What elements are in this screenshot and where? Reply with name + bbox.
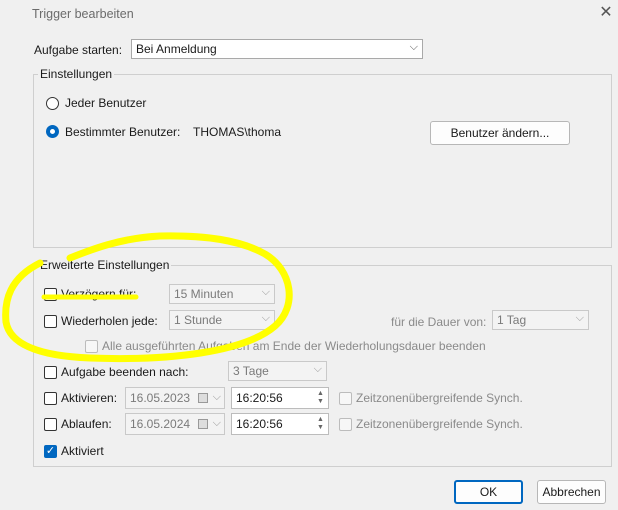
- repeat-label: Wiederholen jede:: [61, 314, 158, 328]
- activate-sync-label: Zeitzonenübergreifende Synch.: [356, 391, 523, 405]
- ok-button[interactable]: OK: [454, 480, 523, 504]
- specific-user-label: Bestimmter Benutzer:: [65, 125, 181, 139]
- expire-date-picker[interactable]: 16.05.2024 ⌵: [125, 413, 225, 435]
- window-title: Trigger bearbeiten: [32, 7, 134, 21]
- specific-user-radio[interactable]: [46, 125, 59, 138]
- stop-after-label: Aufgabe beenden nach:: [61, 365, 189, 379]
- activate-label: Aktivieren:: [61, 391, 118, 405]
- chevron-down-icon: ⌵: [212, 391, 221, 403]
- delay-value: 15 Minuten: [174, 287, 234, 301]
- every-user-radio[interactable]: [46, 97, 59, 110]
- activate-date-value: 16.05.2023: [130, 391, 191, 405]
- activate-time-value: 16:20:56: [236, 391, 283, 405]
- start-task-value: Bei Anmeldung: [136, 42, 217, 56]
- duration-value: 1 Tag: [497, 313, 527, 327]
- spin-arrows-icon[interactable]: ▲ ▼: [315, 416, 326, 432]
- cancel-button[interactable]: Abbrechen: [537, 480, 606, 504]
- stop-after-checkbox[interactable]: [44, 366, 57, 379]
- expire-label: Ablaufen:: [61, 417, 112, 431]
- expire-sync-checkbox[interactable]: [339, 418, 352, 431]
- expire-sync-label: Zeitzonenübergreifende Synch.: [356, 417, 523, 431]
- duration-select[interactable]: 1 Tag ⌵: [492, 310, 589, 330]
- change-user-button[interactable]: Benutzer ändern...: [430, 121, 570, 145]
- chevron-down-icon: ⌵: [261, 312, 270, 324]
- chevron-down-icon: ⌵: [261, 286, 270, 298]
- stop-after-select[interactable]: 3 Tage ⌵: [228, 361, 327, 381]
- expire-checkbox[interactable]: [44, 418, 57, 431]
- stop-all-checkbox[interactable]: [85, 340, 98, 353]
- stop-after-value: 3 Tage: [233, 364, 269, 378]
- enabled-checkbox[interactable]: ✓: [44, 445, 57, 458]
- chevron-down-icon: ⌵: [409, 41, 418, 53]
- duration-label: für die Dauer von:: [391, 315, 487, 329]
- expire-date-value: 16.05.2024: [130, 417, 191, 431]
- enabled-label: Aktiviert: [61, 444, 104, 458]
- chevron-down-icon: ⌵: [313, 363, 322, 375]
- every-user-label: Jeder Benutzer: [65, 96, 147, 110]
- close-icon[interactable]: ✕: [597, 4, 615, 22]
- repeat-select[interactable]: 1 Stunde ⌵: [169, 310, 275, 330]
- expire-time-value: 16:20:56: [236, 417, 283, 431]
- delay-label: Verzögern für:: [61, 287, 137, 301]
- stop-all-label: Alle ausgeführten Aufgaben am Ende der W…: [102, 339, 486, 353]
- activate-checkbox[interactable]: [44, 392, 57, 405]
- delay-select[interactable]: 15 Minuten ⌵: [169, 284, 275, 304]
- start-task-select[interactable]: Bei Anmeldung ⌵: [131, 39, 423, 59]
- repeat-checkbox[interactable]: [44, 315, 57, 328]
- repeat-value: 1 Stunde: [174, 313, 223, 327]
- activate-sync-checkbox[interactable]: [339, 392, 352, 405]
- settings-title: Einstellungen: [38, 67, 115, 81]
- delay-checkbox[interactable]: [44, 288, 57, 301]
- calendar-icon: [198, 393, 208, 403]
- chevron-down-icon: ⌵: [575, 312, 584, 324]
- spin-arrows-icon[interactable]: ▲ ▼: [315, 390, 326, 406]
- advanced-title: Erweiterte Einstellungen: [38, 258, 172, 272]
- activate-time-stepper[interactable]: 16:20:56 ▲ ▼: [231, 387, 329, 409]
- user-name: THOMAS\thoma: [193, 125, 282, 139]
- activate-date-picker[interactable]: 16.05.2023 ⌵: [125, 387, 225, 409]
- chevron-down-icon: ⌵: [212, 417, 221, 429]
- start-task-label: Aufgabe starten:: [34, 43, 123, 57]
- expire-time-stepper[interactable]: 16:20:56 ▲ ▼: [231, 413, 329, 435]
- calendar-icon: [198, 419, 208, 429]
